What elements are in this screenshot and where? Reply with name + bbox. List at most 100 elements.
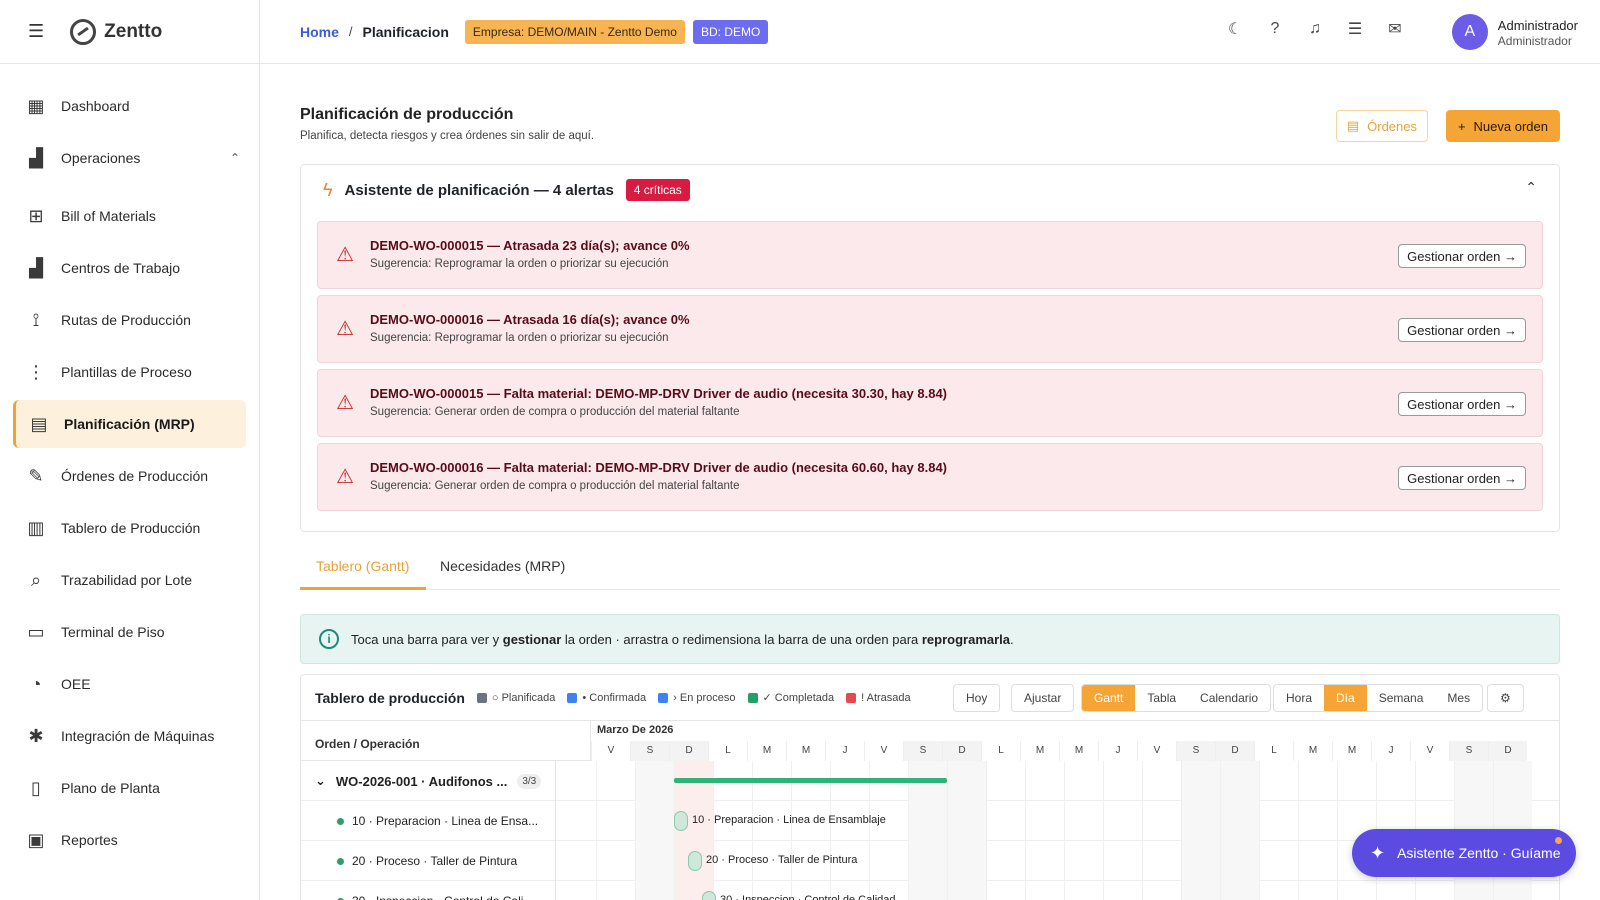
manage-order-button[interactable]: Gestionar orden → xyxy=(1398,466,1526,490)
row-label-cell[interactable]: ⌄ WO-2026-001 · Audifonos ... 3/3 xyxy=(301,761,556,801)
user-menu[interactable]: A Administrador Administrador xyxy=(1451,14,1578,50)
gantt-settings-button[interactable]: ⚙ xyxy=(1487,684,1524,712)
sidebar-nav: ▦ Dashboard ▟ Operaciones ⌃ ⊞ Bill of Material… xyxy=(0,64,259,864)
assistant-header[interactable]: ϟ Asistente de planificación — 4 alertas… xyxy=(301,165,1559,215)
gantt-cell xyxy=(908,841,947,881)
tasks-icon[interactable]: ☰ xyxy=(1346,20,1364,38)
sidebar-item-0[interactable]: ▦ Dashboard xyxy=(13,82,246,130)
sidebar-item-5[interactable]: ⋮ Plantillas de Proceso xyxy=(13,348,246,396)
dark-mode-icon[interactable]: ☾ xyxy=(1226,20,1244,38)
database-badge[interactable]: BD: DEMO xyxy=(692,19,769,44)
sidebar-item-label: Trazabilidad por Lote xyxy=(61,572,193,588)
scale-option[interactable]: Día xyxy=(1324,685,1367,711)
sidebar-item-11[interactable]: ◔ OEE xyxy=(13,660,246,708)
view-option[interactable]: Gantt xyxy=(1082,685,1136,711)
alert-suggestion: Sugerencia: Generar orden de compra o pr… xyxy=(370,480,740,492)
sidebar-item-13[interactable]: ▯ Plano de Planta xyxy=(13,764,246,812)
sidebar-item-4[interactable]: ⟟ Rutas de Producción xyxy=(13,296,246,344)
ordenes-label: Órdenes xyxy=(1367,118,1417,134)
operation-row[interactable]: 30 · Inspeccion · Control de Calidad 30 ·… xyxy=(301,881,1559,900)
sidebar-item-6[interactable]: ▤ Planificación (MRP) xyxy=(13,400,246,448)
gantt-cell xyxy=(1376,881,1415,900)
view-option[interactable]: Tabla xyxy=(1135,685,1188,711)
row-label-cell[interactable]: 10 · Preparacion · Linea de Ensa... xyxy=(301,801,556,841)
gantt-cell xyxy=(947,801,986,841)
sidebar-item-7[interactable]: ✎ Órdenes de Producción xyxy=(13,452,246,500)
legend-swatch xyxy=(567,692,578,703)
mail-icon[interactable]: ✉ xyxy=(1386,20,1404,38)
sidebar-item-14[interactable]: ▣ Reportes xyxy=(13,816,246,864)
brand-bar: ☰ Zentto xyxy=(0,0,259,64)
scale-option[interactable]: Hora xyxy=(1274,685,1324,711)
chevron-up-icon[interactable]: ⌃ xyxy=(230,151,240,165)
gantt-title: Tablero de producción xyxy=(315,689,465,706)
legend-item: ! Atrasada xyxy=(846,691,911,704)
legend-item: ○ Planificada xyxy=(476,691,555,704)
scale-option[interactable]: Mes xyxy=(1435,685,1482,711)
row-label-cell[interactable]: 20 · Proceso · Taller de Pintura xyxy=(301,841,556,881)
manage-order-button[interactable]: Gestionar orden → xyxy=(1398,392,1526,416)
operation-bar[interactable] xyxy=(688,851,702,871)
alert-suggestion: Sugerencia: Reprogramar la orden o prior… xyxy=(370,332,669,344)
operation-bar-label: 30 · Inspeccion · Control de Calidad xyxy=(720,894,896,900)
day-label: V xyxy=(1137,741,1176,761)
scale-option[interactable]: Semana xyxy=(1367,685,1436,711)
row-label-cell[interactable]: 30 · Inspeccion · Control de Cali... xyxy=(301,881,556,900)
gantt-cell xyxy=(908,881,947,900)
topbar: Home / Planificacion Empresa: DEMO/MAIN … xyxy=(260,0,1600,64)
gantt-toolbar: Tablero de producción ○ Planificada • Con… xyxy=(301,675,1559,721)
page-title: Planificación de producción xyxy=(300,106,514,123)
ordenes-button[interactable]: ▤ Órdenes xyxy=(1335,110,1428,142)
gantt-cell xyxy=(1064,841,1103,881)
app-logo[interactable]: Zentto xyxy=(70,18,162,45)
manage-order-button[interactable]: Gestionar orden → xyxy=(1398,244,1526,268)
day-label: M xyxy=(1332,741,1371,761)
today-button[interactable]: Hoy xyxy=(953,684,1001,712)
order-summary-bar[interactable] xyxy=(674,778,947,783)
gantt-cell xyxy=(1298,801,1337,841)
gantt-cell xyxy=(1103,841,1142,881)
sidebar-item-10[interactable]: ▭ Terminal de Piso xyxy=(13,608,246,656)
warning-icon: ⚠ xyxy=(336,466,354,488)
gantt-legend: ○ Planificada • Confirmada › En proceso ✓ C… xyxy=(476,691,911,704)
gantt-cell xyxy=(1415,761,1454,801)
sidebar-item-3[interactable]: ▟ Centros de Trabajo xyxy=(13,244,246,292)
user-name: Administrador xyxy=(1497,17,1578,33)
sidebar-item-12[interactable]: ✱ Integración de Máquinas xyxy=(13,712,246,760)
tab-gantt[interactable]: Tablero (Gantt) xyxy=(316,558,409,574)
month-label: Marzo De 2026 xyxy=(597,724,674,736)
chevron-up-icon[interactable]: ⌃ xyxy=(1525,179,1537,196)
empresa-badge[interactable]: Empresa: DEMO/MAIN - Zentto Demo xyxy=(464,19,685,44)
gantt-cell xyxy=(1142,881,1181,900)
view-option[interactable]: Calendario xyxy=(1188,685,1270,711)
order-row[interactable]: ⌄ WO-2026-001 · Audifonos ... 3/3 xyxy=(301,761,1559,801)
operation-bar[interactable] xyxy=(674,811,688,831)
fit-button[interactable]: Ajustar xyxy=(1011,684,1075,712)
legend-swatch xyxy=(747,692,758,703)
day-label: D xyxy=(1215,741,1254,761)
menu-collapse-icon[interactable]: ☰ xyxy=(28,21,44,42)
avatar[interactable]: A xyxy=(1451,14,1488,50)
breadcrumb-home[interactable]: Home xyxy=(300,24,339,40)
plus-icon: + xyxy=(1457,118,1466,134)
sidebar-item-8[interactable]: ▥ Tablero de Producción xyxy=(13,504,246,552)
alert-suggestion: Sugerencia: Reprogramar la orden o prior… xyxy=(370,258,669,270)
gantt-cell xyxy=(635,881,674,900)
sidebar-item-2[interactable]: ⊞ Bill of Materials xyxy=(13,192,246,240)
gantt-cell xyxy=(1103,801,1142,841)
gantt-cell xyxy=(1220,841,1259,881)
operation-label: 30 · Inspeccion · Control de Cali... xyxy=(352,894,533,900)
factory-icon: ▟ xyxy=(29,147,43,168)
assistant-fab[interactable]: ✦ Asistente Zentto · Guíame xyxy=(1352,829,1576,877)
sidebar-item-9[interactable]: ⌕ Trazabilidad por Lote xyxy=(13,556,246,604)
new-order-button[interactable]: + Nueva orden xyxy=(1445,110,1560,142)
tab-mrp[interactable]: Necesidades (MRP) xyxy=(440,558,565,574)
operation-bar[interactable] xyxy=(702,891,716,900)
help-icon[interactable]: ? xyxy=(1266,20,1284,38)
notifications-icon[interactable]: ♫ xyxy=(1306,20,1324,38)
alert-card: ⚠ DEMO-WO-000016 — Atrasada 16 día(s); av… xyxy=(317,295,1543,363)
manage-order-button[interactable]: Gestionar orden → xyxy=(1398,318,1526,342)
chevron-down-icon[interactable]: ⌄ xyxy=(315,773,326,789)
sidebar-item-1[interactable]: ▟ Operaciones ⌃ xyxy=(13,134,246,182)
day-label: D xyxy=(669,741,708,761)
